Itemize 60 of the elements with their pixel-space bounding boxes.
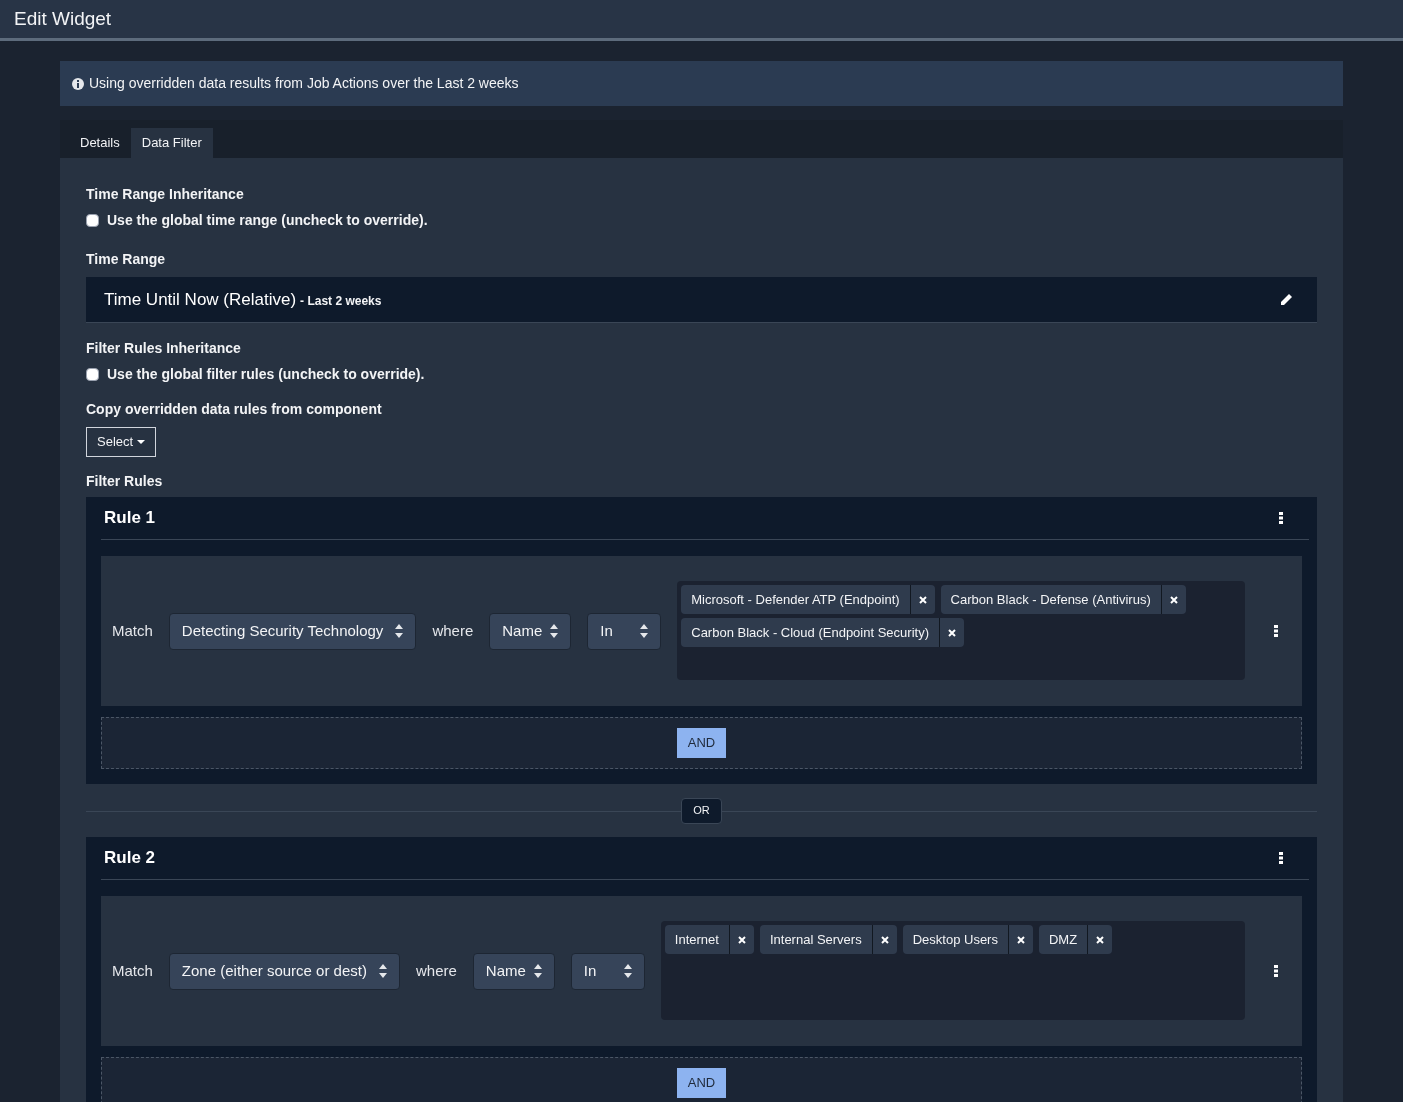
- checkbox-label: Use the global filter rules (uncheck to override).: [107, 365, 425, 384]
- and-button[interactable]: AND: [676, 1068, 727, 1098]
- operator-select[interactable]: In: [570, 952, 645, 990]
- field-select[interactable]: Zone (either source or dest): [168, 952, 400, 990]
- info-text: Using overridden data results from Job Actions over the Last 2 weeks: [89, 74, 519, 93]
- values-field[interactable]: Microsoft - Defender ATP (Endpoint) Carbon Black - Defense (Antivirus) Carbon Black - Cloud (Endpoint Security): [677, 581, 1245, 680]
- value-tag: Carbon Black - Defense (Antivirus): [940, 585, 1186, 614]
- close-icon[interactable]: [880, 935, 889, 944]
- select-dropdown[interactable]: Select: [86, 427, 157, 457]
- tab[interactable]: Details: [69, 128, 131, 158]
- or-label: OR: [681, 797, 722, 824]
- sort-arrows-icon: [395, 624, 404, 638]
- sort-arrows-icon: [533, 964, 542, 978]
- section-heading: Filter Rules: [86, 472, 164, 491]
- operator-select[interactable]: In: [587, 612, 662, 650]
- and-button[interactable]: AND: [676, 728, 727, 758]
- section-heading: Filter Rules Inheritance: [86, 339, 242, 358]
- section-heading: Copy overridden data rules from component: [86, 400, 383, 419]
- where-label: where: [415, 960, 457, 981]
- value-tag: Internal Servers: [759, 925, 897, 954]
- section-heading: Time Range: [86, 250, 167, 269]
- value-tag: DMZ: [1038, 925, 1113, 954]
- value-tag: Microsoft - Defender ATP (Endpoint): [681, 585, 935, 614]
- more-options-icon[interactable]: [1279, 512, 1283, 524]
- value-tag: Internet: [664, 925, 754, 954]
- info-icon: [72, 77, 84, 90]
- sort-arrows-icon: [623, 964, 632, 978]
- checkbox[interactable]: [86, 368, 99, 381]
- where-label: where: [432, 620, 474, 641]
- checkbox-label: Use the global time range (uncheck to override).: [107, 211, 428, 230]
- sort-arrows-icon: [550, 624, 559, 638]
- caret-icon: [137, 440, 146, 444]
- field-select[interactable]: Detecting Security Technology: [168, 612, 417, 650]
- match-label: Match: [112, 620, 153, 641]
- time-range-detail: - Last 2 weeks: [300, 292, 382, 310]
- pencil-icon[interactable]: [1280, 293, 1293, 306]
- more-options-icon[interactable]: [1274, 625, 1278, 637]
- attribute-select[interactable]: Name: [489, 612, 572, 650]
- value-tag: Carbon Black - Cloud (Endpoint Security): [681, 618, 964, 647]
- match-label: Match: [112, 960, 153, 981]
- close-icon[interactable]: [918, 595, 927, 604]
- value-tag: Desktop Users: [902, 925, 1033, 954]
- rule-title: Rule 1: [104, 507, 156, 530]
- close-icon[interactable]: [737, 935, 746, 944]
- values-field[interactable]: Internet Internal Servers Desktop Users DMZ: [660, 921, 1245, 1020]
- tab[interactable]: Data Filter: [130, 128, 213, 158]
- close-icon[interactable]: [1169, 595, 1178, 604]
- close-icon[interactable]: [1016, 935, 1025, 944]
- more-options-icon[interactable]: [1274, 965, 1278, 977]
- sort-arrows-icon: [378, 964, 387, 978]
- close-icon[interactable]: [1096, 935, 1105, 944]
- close-icon[interactable]: [948, 628, 956, 637]
- time-range-title: Time Until Now (Relative): [104, 288, 297, 311]
- window-title: Edit Widget: [14, 6, 112, 31]
- section-heading: Time Range Inheritance: [86, 185, 245, 204]
- checkbox[interactable]: [86, 214, 99, 227]
- sort-arrows-icon: [640, 624, 649, 638]
- rule-title: Rule 2: [104, 847, 156, 870]
- more-options-icon[interactable]: [1279, 852, 1283, 864]
- attribute-select[interactable]: Name: [472, 952, 555, 990]
